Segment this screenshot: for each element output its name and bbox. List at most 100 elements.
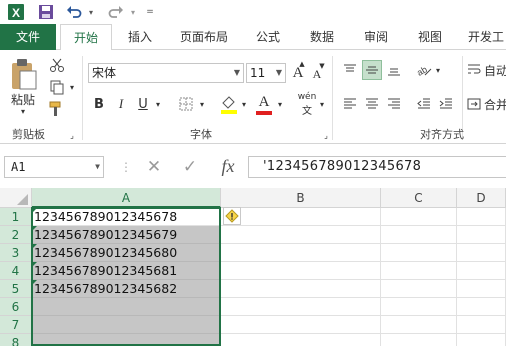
fill-color-icon[interactable] [218,92,240,116]
select-all-corner[interactable] [0,188,32,208]
insert-function-icon[interactable]: fx [212,154,244,178]
error-check-button[interactable] [223,207,241,225]
column-header-c[interactable]: C [381,188,457,208]
row-header-4[interactable]: 4 [0,262,32,280]
merge-center-label[interactable]: 合并 [484,94,506,114]
row-header-8[interactable]: 8 [0,334,32,346]
bold-button[interactable]: B [90,94,108,114]
row-header-3[interactable]: 3 [0,244,32,262]
cell-a8[interactable] [32,334,221,346]
cell-a4[interactable]: 123456789012345681 [32,262,221,280]
cell-c2[interactable] [381,226,457,244]
copy-dropdown-icon[interactable]: ▾ [68,80,76,94]
orientation-dropdown-icon[interactable]: ▾ [434,62,442,78]
redo-dropdown-icon[interactable]: ▾ [128,3,138,21]
wrap-text-label[interactable]: 自动 [484,60,506,80]
paste-icon[interactable] [6,56,40,92]
undo-dropdown-icon[interactable]: ▾ [86,3,96,21]
cell-d3[interactable] [457,244,506,262]
tab-data[interactable]: 数据 [302,24,342,50]
cell-a2[interactable]: 123456789012345679 [32,226,221,244]
cell-a1[interactable]: 123456789012345678 [32,208,221,226]
bottom-align-icon[interactable] [384,60,404,80]
cell-d1[interactable] [457,208,506,226]
cell-b2[interactable] [221,226,381,244]
column-header-a[interactable]: A [32,188,221,208]
borders-icon[interactable] [176,94,196,114]
font-size-combo[interactable]: 11 ▼ [246,63,286,83]
cell-c3[interactable] [381,244,457,262]
format-painter-icon[interactable] [46,100,68,118]
copy-icon[interactable] [46,78,68,96]
align-right-icon[interactable] [384,94,404,114]
cell-b3[interactable] [221,244,381,262]
name-box[interactable]: A1 ▼ [4,156,104,178]
font-color-dropdown-icon[interactable]: ▾ [276,96,284,112]
cell-b5[interactable] [221,280,381,298]
row-header-2[interactable]: 2 [0,226,32,244]
font-launcher-icon[interactable]: ⌟ [322,130,330,140]
wrap-text-icon[interactable] [466,60,482,80]
cell-a5[interactable]: 123456789012345682 [32,280,221,298]
font-color-icon[interactable]: A [254,92,274,112]
tab-developer[interactable]: 开发工 [464,24,506,50]
cell-d4[interactable] [457,262,506,280]
tab-home[interactable]: 开始 [60,24,112,51]
fill-color-dropdown-icon[interactable]: ▾ [240,96,248,112]
undo-icon[interactable] [64,3,84,21]
increase-indent-icon[interactable] [436,94,456,114]
chevron-down-icon[interactable]: ▼ [95,157,100,177]
enter-icon[interactable]: ✓ [176,156,204,178]
column-header-b[interactable]: B [221,188,381,208]
decrease-indent-icon[interactable] [414,94,434,114]
cell-c4[interactable] [381,262,457,280]
align-center-icon[interactable] [362,94,382,114]
customize-icon[interactable]: = [144,3,156,21]
cell-d7[interactable] [457,316,506,334]
row-header-5[interactable]: 5 [0,280,32,298]
cell-c1[interactable] [381,208,457,226]
row-header-6[interactable]: 6 [0,298,32,316]
align-left-icon[interactable] [340,94,360,114]
chevron-down-icon[interactable]: ▼ [273,64,285,82]
cancel-icon[interactable]: ✕ [140,156,168,178]
underline-dropdown-icon[interactable]: ▾ [154,96,162,112]
cell-d6[interactable] [457,298,506,316]
font-name-combo[interactable]: 宋体 ▼ [88,63,244,83]
cell-b4[interactable] [221,262,381,280]
cell-a3[interactable]: 123456789012345680 [32,244,221,262]
italic-button[interactable]: I [112,94,130,114]
column-header-d[interactable]: D [457,188,506,208]
tab-insert[interactable]: 插入 [120,24,160,50]
formula-input[interactable]: '123456789012345678 [248,156,506,178]
cell-b1[interactable] [221,208,381,226]
tab-formulas[interactable]: 公式 [248,24,288,50]
row-header-1[interactable]: 1 [0,208,32,226]
cell-d2[interactable] [457,226,506,244]
cell-b8[interactable] [221,334,381,346]
clipboard-launcher-icon[interactable]: ⌟ [68,130,76,140]
cell-a7[interactable] [32,316,221,334]
cell-a6[interactable] [32,298,221,316]
save-icon[interactable] [36,3,56,21]
tab-page-layout[interactable]: 页面布局 [172,24,236,50]
merge-center-icon[interactable] [466,94,482,114]
cell-c7[interactable] [381,316,457,334]
middle-align-icon[interactable] [362,60,382,80]
cut-icon[interactable] [46,56,68,74]
orientation-icon[interactable]: ab [414,60,434,80]
tab-review[interactable]: 审阅 [356,24,396,50]
tab-file[interactable]: 文件 [0,24,56,50]
tab-view[interactable]: 视图 [410,24,450,50]
paste-button-label[interactable]: 粘贴 [6,92,40,107]
cell-b7[interactable] [221,316,381,334]
phonetic-dropdown-icon[interactable]: ▾ [318,96,326,112]
row-header-7[interactable]: 7 [0,316,32,334]
cell-c8[interactable] [381,334,457,346]
phonetic-guide-icon[interactable]: 文 [298,102,316,117]
chevron-down-icon[interactable]: ▼ [231,64,243,82]
redo-icon[interactable] [106,3,126,21]
paste-dropdown-icon[interactable]: ▾ [6,106,40,116]
top-align-icon[interactable] [340,60,360,80]
cell-c6[interactable] [381,298,457,316]
